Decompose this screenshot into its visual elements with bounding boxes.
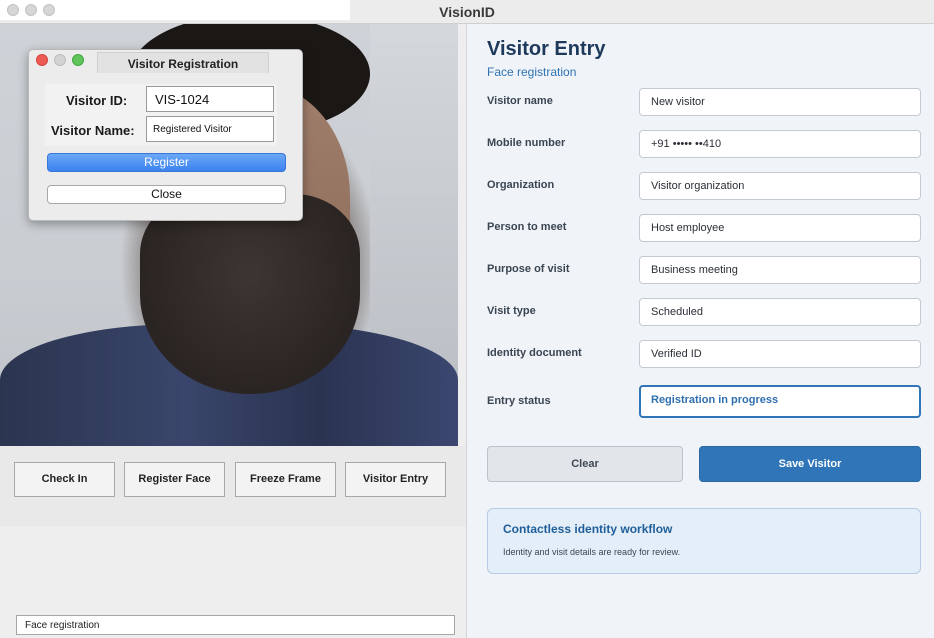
- register-button[interactable]: Register: [47, 153, 286, 172]
- close-button[interactable]: Close: [47, 185, 286, 204]
- register-face-button[interactable]: Register Face: [124, 462, 225, 497]
- freeze-frame-button[interactable]: Freeze Frame: [235, 462, 336, 497]
- field-label-mobile-number: Mobile number: [487, 137, 566, 149]
- window-title: VisionID: [439, 4, 495, 20]
- visitor-id-field[interactable]: [146, 86, 274, 112]
- visitor-name-label: Visitor Name:: [51, 123, 135, 138]
- visitor-name-field[interactable]: [146, 116, 274, 142]
- field-label-visitor-name: Visitor name: [487, 95, 553, 107]
- visitor-id-label: Visitor ID:: [66, 93, 128, 108]
- field-label-purpose-of-visit: Purpose of visit: [487, 263, 570, 275]
- entry-status-input[interactable]: Registration in progress: [639, 385, 921, 418]
- page-subtitle: Face registration: [487, 65, 577, 79]
- field-label-visit-type: Visit type: [487, 305, 536, 317]
- dialog-title: Visitor Registration: [97, 52, 269, 73]
- dialog-titlebar: Visitor Registration: [29, 50, 302, 73]
- person-to-meet-input[interactable]: Host employee: [639, 214, 921, 242]
- info-text: Identity and visit details are ready for…: [503, 547, 681, 557]
- dialog-minimize-icon[interactable]: [54, 54, 66, 66]
- check-in-button[interactable]: Check In: [14, 462, 115, 497]
- visit-type-input[interactable]: Scheduled: [639, 298, 921, 326]
- field-label-identity-document: Identity document: [487, 347, 582, 359]
- status-bar: Face registration: [16, 615, 455, 635]
- window-titlebar: VisionID: [0, 0, 934, 24]
- visitor-entry-panel: Visitor Entry Face registration Visitor …: [466, 24, 934, 638]
- dialog-zoom-icon[interactable]: [72, 54, 84, 66]
- field-label-organization: Organization: [487, 179, 555, 191]
- visitor-registration-dialog: Visitor Registration Visitor ID: Visitor…: [28, 49, 303, 221]
- purpose-of-visit-input[interactable]: Business meeting: [639, 256, 921, 284]
- info-title: Contactless identity workflow: [503, 522, 673, 536]
- clear-button[interactable]: Clear: [487, 446, 683, 482]
- field-label-person-to-meet: Person to meet: [487, 221, 567, 233]
- visitor-entry-button[interactable]: Visitor Entry: [345, 462, 446, 497]
- mobile-number-input[interactable]: +91 ••••• ••410: [639, 130, 921, 158]
- dialog-close-icon[interactable]: [36, 54, 48, 66]
- field-label-entry-status: Entry status: [487, 395, 551, 407]
- page-title: Visitor Entry: [487, 38, 606, 60]
- identity-document-input[interactable]: Verified ID: [639, 340, 921, 368]
- organization-input[interactable]: Visitor organization: [639, 172, 921, 200]
- visitor-name-input[interactable]: New visitor: [639, 88, 921, 116]
- save-visitor-button[interactable]: Save Visitor: [699, 446, 921, 482]
- info-card: Contactless identity workflow Identity a…: [487, 508, 921, 574]
